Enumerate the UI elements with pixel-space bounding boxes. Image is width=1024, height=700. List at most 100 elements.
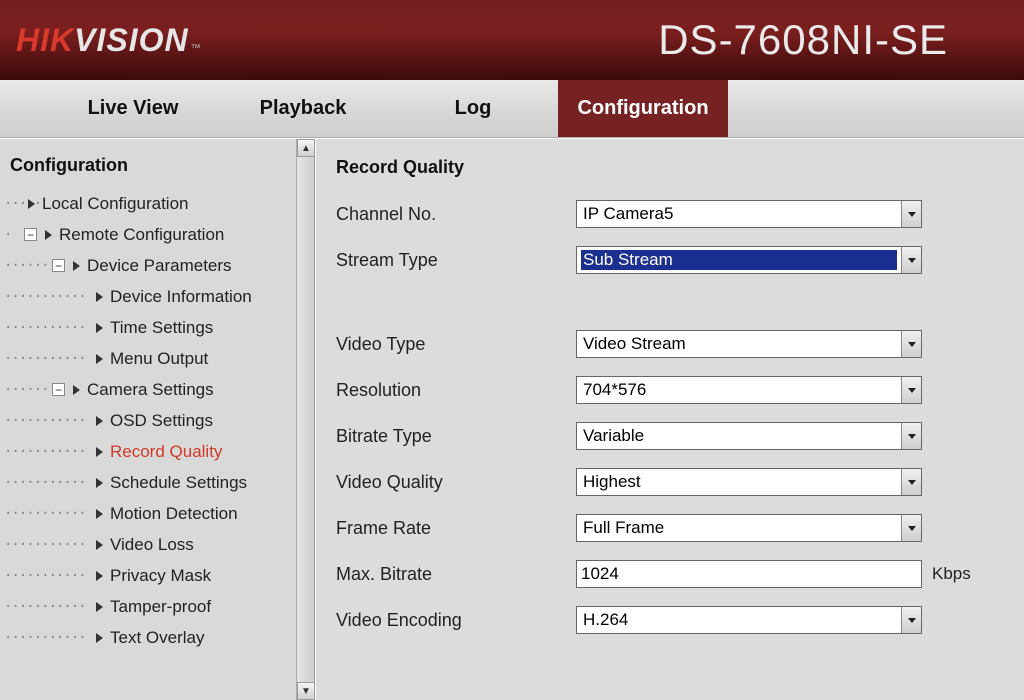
tree-label: Remote Configuration [59,225,224,245]
select-value: Variable [581,426,917,446]
select-bitrate-type[interactable]: Variable [576,422,922,450]
tree-remote-configuration[interactable]: ·−Remote Configuration [4,219,310,250]
select-value: Highest [581,472,917,492]
label-frame-rate: Frame Rate [336,518,576,539]
chevron-down-icon[interactable] [901,331,921,357]
collapse-icon[interactable]: − [24,228,37,241]
arrow-right-icon [96,323,103,333]
select-video-type[interactable]: Video Stream [576,330,922,358]
tree-label: Device Parameters [87,256,232,276]
label-bitrate-type: Bitrate Type [336,426,576,447]
arrow-right-icon [96,509,103,519]
sidebar-title: Configuration [4,153,310,188]
unit-kbps: Kbps [932,564,971,584]
collapse-icon[interactable]: − [52,383,65,396]
label-video-encoding: Video Encoding [336,610,576,631]
select-value: IP Camera5 [581,204,917,224]
arrow-right-icon [73,385,80,395]
main-panel: Record Quality Channel No. IP Camera5 St… [315,139,1024,700]
content-area: Configuration ·····Local Configuration ·… [0,138,1024,700]
logo-vision: VISION [74,22,188,59]
tree-label: OSD Settings [110,411,213,431]
tab-configuration[interactable]: Configuration [558,80,728,137]
chevron-down-icon[interactable] [901,377,921,403]
arrow-right-icon [96,416,103,426]
tree-label: Local Configuration [42,194,188,214]
tree-label: Schedule Settings [110,473,247,493]
select-resolution[interactable]: 704*576 [576,376,922,404]
arrow-right-icon [96,633,103,643]
row-video-quality: Video Quality Highest [336,468,1006,496]
tree-local-configuration[interactable]: ·····Local Configuration [4,188,310,219]
tree-camera-settings[interactable]: ······−Camera Settings [4,374,310,405]
header-bar: HIKVISION™ DS-7608NI-SE [0,0,1024,80]
brand-logo: HIKVISION™ [16,22,201,59]
select-value: H.264 [581,610,917,630]
main-tabs: Live View Playback Log Configuration [0,80,1024,138]
tab-live-view[interactable]: Live View [48,80,218,137]
tree-label: Record Quality [110,442,222,462]
tree-record-quality[interactable]: ···········Record Quality [4,436,310,467]
collapse-icon[interactable]: − [52,259,65,272]
tree-schedule-settings[interactable]: ···········Schedule Settings [4,467,310,498]
row-video-type: Video Type Video Stream [336,330,1006,358]
label-max-bitrate: Max. Bitrate [336,564,576,585]
tree-motion-detection[interactable]: ···········Motion Detection [4,498,310,529]
select-channel-no[interactable]: IP Camera5 [576,200,922,228]
scroll-up-icon[interactable]: ▲ [297,139,315,157]
select-stream-type[interactable]: Sub Stream [576,246,922,274]
select-value: Sub Stream [581,250,897,270]
row-frame-rate: Frame Rate Full Frame [336,514,1006,542]
label-video-type: Video Type [336,334,576,355]
tree-tamper-proof[interactable]: ···········Tamper-proof [4,591,310,622]
row-max-bitrate: Max. Bitrate 1024 Kbps [336,560,1006,588]
arrow-right-icon [73,261,80,271]
arrow-right-icon [96,292,103,302]
config-tree: ·····Local Configuration ·−Remote Config… [4,188,310,653]
select-frame-rate[interactable]: Full Frame [576,514,922,542]
label-stream-type: Stream Type [336,250,576,271]
arrow-right-icon [96,447,103,457]
tab-playback[interactable]: Playback [218,80,388,137]
label-resolution: Resolution [336,380,576,401]
tree-privacy-mask[interactable]: ···········Privacy Mask [4,560,310,591]
logo-hik: HIK [16,22,74,59]
select-value: Video Stream [581,334,917,354]
row-stream-type: Stream Type Sub Stream [336,246,1006,274]
tree-video-loss[interactable]: ···········Video Loss [4,529,310,560]
chevron-down-icon[interactable] [901,201,921,227]
row-channel-no: Channel No. IP Camera5 [336,200,1006,228]
sidebar-scrollbar[interactable]: ▲ ▼ [296,139,314,700]
tree-menu-output[interactable]: ···········Menu Output [4,343,310,374]
tab-log[interactable]: Log [388,80,558,137]
chevron-down-icon[interactable] [901,515,921,541]
input-value: 1024 [581,564,619,584]
input-max-bitrate[interactable]: 1024 [576,560,922,588]
tree-time-settings[interactable]: ···········Time Settings [4,312,310,343]
tree-device-parameters[interactable]: ······−Device Parameters [4,250,310,281]
row-resolution: Resolution 704*576 [336,376,1006,404]
tree-osd-settings[interactable]: ···········OSD Settings [4,405,310,436]
select-video-encoding[interactable]: H.264 [576,606,922,634]
tree-label: Menu Output [110,349,208,369]
select-video-quality[interactable]: Highest [576,468,922,496]
label-channel-no: Channel No. [336,204,576,225]
arrow-right-icon [96,602,103,612]
arrow-right-icon [96,571,103,581]
chevron-down-icon[interactable] [901,247,921,273]
scroll-down-icon[interactable]: ▼ [297,682,315,700]
tree-device-information[interactable]: ···········Device Information [4,281,310,312]
page-title: Record Quality [336,157,1006,178]
row-bitrate-type: Bitrate Type Variable [336,422,1006,450]
select-value: 704*576 [581,380,917,400]
arrow-right-icon [45,230,52,240]
tree-label: Privacy Mask [110,566,211,586]
arrow-right-icon [96,540,103,550]
tree-text-overlay[interactable]: ···········Text Overlay [4,622,310,653]
logo-tm: ™ [191,43,201,54]
chevron-down-icon[interactable] [901,607,921,633]
label-video-quality: Video Quality [336,472,576,493]
device-model: DS-7608NI-SE [658,16,948,64]
chevron-down-icon[interactable] [901,469,921,495]
chevron-down-icon[interactable] [901,423,921,449]
